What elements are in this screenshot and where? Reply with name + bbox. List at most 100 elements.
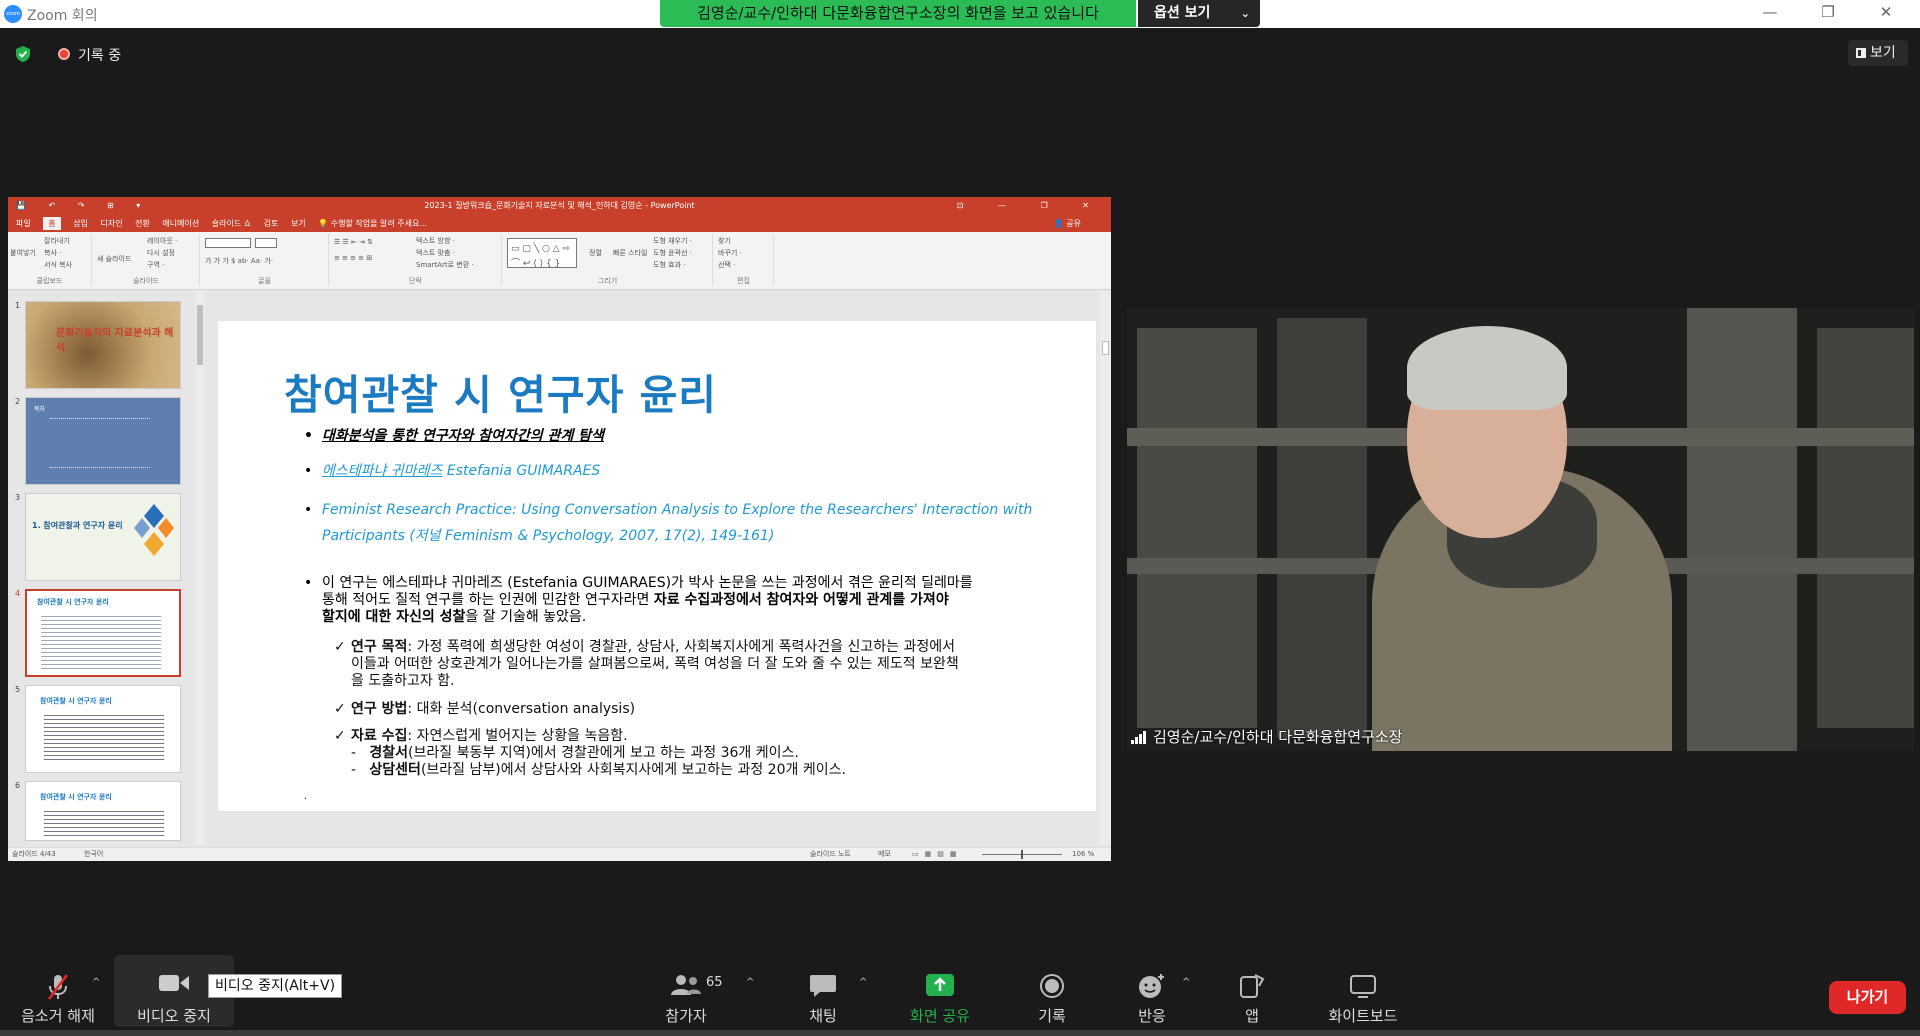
view-button[interactable]: 보기	[1848, 40, 1908, 66]
whiteboard-label: 화이트보드	[1328, 1007, 1398, 1025]
thumb-number: 1	[15, 301, 21, 310]
thumb-number: 4	[15, 589, 21, 598]
slide-thumbnail-selected[interactable]: 참여관찰 시 연구자 윤리	[25, 589, 181, 677]
chat-label: 채팅	[809, 1007, 837, 1025]
replace-button[interactable]: 바꾸기 ·	[718, 248, 742, 258]
participants-caret[interactable]: ^	[746, 977, 754, 988]
section-button[interactable]: 구역 ·	[147, 260, 164, 270]
thumb-number: 2	[15, 397, 21, 406]
participants-icon	[671, 975, 701, 995]
ppt-menu-design[interactable]: 디자인	[100, 219, 122, 228]
apps-label: 앱	[1245, 1007, 1259, 1025]
leave-meeting-button[interactable]: 나가기	[1829, 981, 1906, 1014]
font-name-box[interactable]	[205, 238, 251, 248]
select-button[interactable]: 선택 ·	[718, 260, 735, 270]
slide-scroll-thumb[interactable]	[1102, 341, 1109, 355]
recording-icon	[58, 48, 70, 60]
ppt-menu-view[interactable]: 보기	[291, 219, 306, 228]
ppt-menu-animations[interactable]: 애니메이션	[162, 219, 199, 228]
encryption-shield-icon[interactable]	[14, 45, 32, 63]
ppt-menu-file[interactable]: 파일	[16, 219, 31, 228]
slide-thumbnail[interactable]: 목차	[25, 397, 181, 485]
zoom-logo-icon: zoom	[4, 5, 22, 23]
shape-fill-button[interactable]: 도형 채우기 ·	[653, 236, 692, 246]
reactions-caret[interactable]: ^	[1182, 977, 1190, 988]
shape-effects-button[interactable]: 도형 효과 ·	[653, 260, 685, 270]
notes-button[interactable]: 슬라이드 노트	[810, 848, 851, 861]
thumb-title: 1. 참여관찰과 연구자 윤리	[32, 521, 123, 530]
thumb-lines	[44, 712, 164, 762]
slide-thumbnails-pane: 1 문화기술지의 자료분석과 해석 2 목차 3 1. 참여관찰과 연구자 윤리…	[8, 291, 204, 845]
thumbnails-scrollbar[interactable]	[196, 291, 204, 845]
view-mode-buttons[interactable]: ▭▦▤▦	[912, 848, 962, 861]
ppt-title: 2023-1 질방워크숍_문화기술지 자료분석 및 해석_인하대 김영순 - P…	[424, 201, 695, 210]
thumbnails-scroll-thumb[interactable]	[197, 305, 203, 365]
ppt-menu-slideshow[interactable]: 슬라이드 쇼	[212, 219, 251, 228]
thumb-lines	[41, 613, 161, 671]
ppt-quick-access[interactable]: 💾 ↶ ↷ ⊞ ▾	[16, 197, 150, 215]
ppt-menu-review[interactable]: 검토	[264, 219, 279, 228]
shapes-gallery-glyphs: ▭ ▢ ╲ ○ △ ⇨	[511, 244, 571, 254]
purpose-label: 연구 목적	[351, 639, 408, 655]
participant-video-tile[interactable]: 김영순/교수/인하대 다문화융합연구소장	[1127, 308, 1914, 751]
quick-styles-button[interactable]: 빠른 스타일	[613, 248, 647, 258]
audio-options-caret[interactable]: ^	[92, 977, 100, 988]
text-direction-button[interactable]: 텍스트 방향 ·	[416, 236, 455, 246]
slide-thumbnail[interactable]: 문화기술지의 자료분석과 해석	[25, 301, 181, 389]
method-label: 연구 방법	[351, 701, 408, 717]
zoom-level[interactable]: 106 %	[1072, 848, 1094, 861]
ppt-window-controls[interactable]: ⊡ — ❐ ✕	[957, 197, 1105, 215]
close-button[interactable]: ✕	[1866, 3, 1906, 21]
align-buttons[interactable]: ≡ ≡ ≡ ≡ ⊞	[334, 254, 372, 262]
list-buttons[interactable]: ☰ ☰ ⇤ ⇥ ⇅	[334, 238, 373, 246]
purpose-line-2: 이들과 어떠한 상호관계가 일어나는가를 살펴봄으로써, 폭력 여성을 더 잘 …	[351, 656, 959, 672]
paste-button[interactable]: 붙여넣기	[10, 248, 36, 258]
chat-icon	[810, 975, 836, 997]
thumb-title: 목차	[34, 406, 46, 413]
bullet-summary: • 이 연구는 에스테파냐 귀마레즈 (Estefania GUIMARAES)가…	[304, 575, 973, 625]
slide-counter: 슬라이드 4/43	[12, 850, 56, 858]
slide-thumbnail[interactable]: 참여관찰 시 연구자 윤리	[25, 781, 181, 841]
language-indicator[interactable]: 한국어	[84, 848, 103, 861]
format-painter-button[interactable]: 서식 복사	[44, 260, 72, 270]
restore-button[interactable]: ❐	[1808, 3, 1848, 21]
smartart-button[interactable]: SmartArt로 변환 ·	[416, 260, 474, 270]
layout-button[interactable]: 레이아웃 ·	[147, 236, 177, 246]
ribbon-label: 슬라이드	[133, 277, 159, 285]
thumb-number: 6	[15, 781, 21, 790]
zoom-slider-thumb[interactable]	[1021, 850, 1023, 859]
ribbon-group-slides: 새 슬라이드 레이아웃 · 다시 설정 구역 · 슬라이드	[93, 234, 200, 286]
ppt-menu-insert[interactable]: 삽입	[73, 219, 88, 228]
minimize-button[interactable]: —	[1750, 3, 1790, 21]
ppt-share-button[interactable]: 👤 공유	[1054, 215, 1091, 232]
slide-thumbnail[interactable]: 참여관찰 시 연구자 윤리	[25, 685, 181, 773]
recording-status[interactable]: 기록 중	[78, 45, 121, 65]
ppt-menu-transitions[interactable]: 전환	[135, 219, 150, 228]
text-align-button[interactable]: 텍스트 맞춤 ·	[416, 248, 455, 258]
author-english-name: Estefania GUIMARAES	[442, 463, 601, 479]
ppt-tell-me-text: 수행할 작업을 알려 주세요...	[330, 219, 427, 228]
font-size-box[interactable]	[255, 238, 277, 248]
arrange-button[interactable]: 정렬	[589, 248, 602, 258]
reset-button[interactable]: 다시 설정	[147, 248, 175, 258]
slide-thumbnail[interactable]: 1. 참여관찰과 연구자 윤리	[25, 493, 181, 581]
participant-name-label: 김영순/교수/인하대 다문화융합연구소장	[1131, 726, 1402, 748]
slide-title: 참여관찰 시 연구자 윤리	[284, 371, 718, 419]
ppt-ribbon: 붙여넣기 잘라내기 복사 · 서식 복사 클립보드 새 슬라이드 레이아웃 · …	[8, 232, 1111, 290]
comments-button[interactable]: 메모	[878, 848, 891, 861]
ppt-tell-me[interactable]: 💡 수행할 작업을 알려 주세요...	[318, 219, 437, 228]
shape-outline-button[interactable]: 도형 윤곽선 ·	[653, 248, 692, 258]
chat-caret[interactable]: ^	[859, 977, 867, 988]
copy-button[interactable]: 복사 ·	[44, 248, 61, 258]
new-slide-button[interactable]: 새 슬라이드	[97, 254, 131, 264]
ppt-menu-home[interactable]: 홈	[43, 217, 61, 230]
view-options-button[interactable]: 옵션 보기 ⌄	[1138, 0, 1260, 27]
cut-button[interactable]: 잘라내기	[44, 236, 70, 246]
slide-canvas[interactable]: 참여관찰 시 연구자 윤리 • 대화분석을 통한 연구자와 참여자간의 관계 탐색…	[218, 321, 1096, 811]
slide-scrollbar[interactable]	[1100, 291, 1111, 845]
font-format-buttons[interactable]: 가 가 가 $ ab· Aa· 가·	[205, 256, 273, 266]
chevron-down-icon: ⌄	[1240, 7, 1250, 20]
collection-text: : 자연스럽게 벌어지는 상황을 녹음함.	[407, 728, 628, 744]
reference-line-2: Participants (저널 Feminism & Psychology, …	[322, 528, 775, 544]
find-button[interactable]: 찾기	[718, 236, 731, 246]
